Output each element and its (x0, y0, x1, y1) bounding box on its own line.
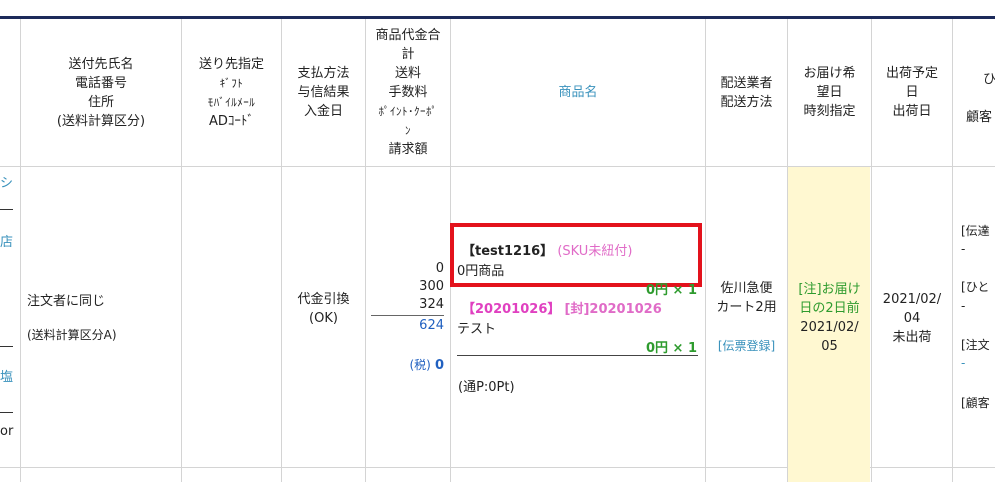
left-link-fragment[interactable]: 店 (0, 231, 13, 250)
right-fragment: [注文 (961, 338, 990, 352)
goods-amount: 0 (435, 261, 444, 276)
product-2-price-qty: 0円 × 1 (645, 341, 697, 356)
left-link-fragment[interactable]: シ (0, 172, 13, 191)
header-right-fragment: ひ (983, 72, 995, 87)
product-2-header: 【20201026】 [封]20201026 (462, 298, 662, 317)
left-text-fragment: or (0, 424, 14, 439)
header-carrier: 配送業者 配送方法 (720, 75, 773, 110)
tax-amount: (税) 0 (409, 358, 444, 373)
right-fragment: - (961, 356, 966, 370)
header-destination: 送り先指定 ｷﾞﾌﾄ ﾓﾊﾞｲﾙﾒｰﾙ ADｺｰﾄﾞ (198, 56, 264, 129)
delivery-info: [注]お届け 日の2日前 2021/02/ 05 (798, 282, 861, 354)
header-right-fragment: 顧客 (966, 110, 993, 125)
recipient-name: 注文者に同じ (27, 294, 106, 309)
right-fragment: [ひと (961, 280, 990, 294)
points-info: (通P:0Pt) (458, 380, 515, 395)
product-2-name: テスト (457, 322, 497, 337)
header-ship: 出荷予定 日 出荷日 (885, 66, 938, 119)
left-separator (0, 209, 13, 210)
product-1-header: 【test1216】 (SKU未紐付) (462, 240, 632, 259)
product-separator (457, 355, 698, 356)
product-2-bundle: [封]20201026 (564, 302, 662, 317)
right-fragment: - (961, 299, 966, 313)
shipping-calc-class: (送料計算区分A) (27, 328, 117, 342)
ship-info: 2021/02/ 04 未出荷 (882, 292, 942, 345)
grid-line (952, 19, 953, 482)
slip-register-link[interactable]: [伝票登録] (706, 337, 787, 354)
left-separator (0, 412, 13, 413)
product-1-code: 【test1216】 (462, 244, 554, 259)
payment-method: 代金引換 (OK) (297, 292, 350, 326)
right-fragment: [伝達 (961, 224, 990, 238)
amount-breakdown: 0 300 324 (366, 260, 444, 314)
carrier-info: 佐川急便 カート2用 (716, 281, 777, 315)
header-payment: 支払方法 与信結果 入金日 (297, 66, 350, 119)
total-amount: 624 (419, 318, 444, 333)
fee-amount: 324 (419, 297, 444, 312)
right-fragment: - (961, 242, 966, 256)
header-amount: 商品代金合 計 送料 手数料 ﾎﾟｲﾝﾄ･ｸｰﾎﾟ ﾝ 請求額 (375, 28, 441, 157)
header-product-sort-link[interactable]: 商品名 (451, 19, 705, 166)
shipping-amount: 300 (419, 279, 444, 294)
product-1-price-qty: 0円 × 1 (645, 283, 697, 298)
header-shipping: 送付先氏名 電話番号 住所 (送料計算区分) (56, 56, 146, 129)
left-link-fragment[interactable]: 塩 (0, 366, 13, 385)
amount-separator (371, 315, 444, 316)
header-delivery: お届け希 望日 時刻指定 (803, 66, 856, 119)
left-separator (0, 346, 13, 347)
product-1-sku-note: (SKU未紐付) (557, 244, 633, 259)
product-2-code: 【20201026】 (462, 302, 561, 317)
product-1-name: 0円商品 (457, 264, 505, 279)
right-fragment: [顧客 (961, 396, 990, 410)
